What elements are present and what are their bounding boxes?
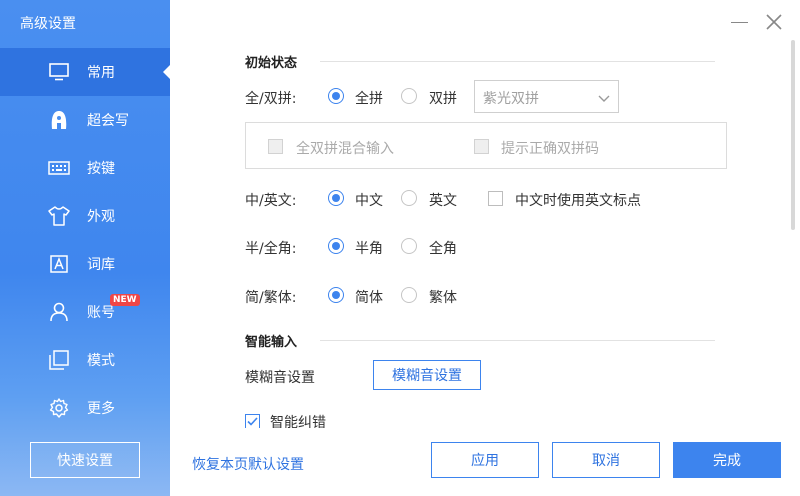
apply-button[interactable]: 应用 <box>431 442 539 478</box>
simp-trad-label: 简/繁体: <box>245 290 297 306</box>
gear-icon <box>48 397 70 419</box>
english-punct-checkbox[interactable] <box>488 191 503 206</box>
scrollbar[interactable] <box>791 40 795 230</box>
cancel-button[interactable]: 取消 <box>552 442 660 478</box>
user-icon <box>48 301 70 323</box>
text-box-icon <box>48 253 70 275</box>
radio-english[interactable] <box>401 190 417 206</box>
radio-traditional[interactable] <box>401 287 417 303</box>
sidebar-item-label: 超会写 <box>87 113 129 129</box>
sidebar-item-chaohuixie[interactable]: 超会写 <box>0 96 170 144</box>
monitor-icon <box>48 61 70 83</box>
done-button[interactable]: 完成 <box>673 442 781 478</box>
partial-row: 智能纠错 <box>170 400 790 428</box>
option-chinese-label: 中文 <box>355 193 383 209</box>
fuzzy-sound-label: 模糊音设置 <box>245 370 315 386</box>
english-punct-label: 中文时使用英文标点 <box>515 193 641 209</box>
option-half-width-label: 半角 <box>355 241 383 257</box>
section-divider <box>320 61 715 62</box>
radio-full-pinyin[interactable] <box>328 88 344 104</box>
tshirt-icon <box>48 205 70 227</box>
option-simplified-label: 简体 <box>355 290 383 306</box>
radio-chinese[interactable] <box>328 190 344 206</box>
mixed-input-label: 全双拼混合输入 <box>296 141 394 157</box>
sidebar-item-label: 更多 <box>87 401 115 417</box>
sidebar-item-keys[interactable]: 按键 <box>0 144 170 192</box>
double-pinyin-scheme-select[interactable]: 紫光双拼 <box>474 80 619 113</box>
option-double-pinyin-label: 双拼 <box>429 91 457 107</box>
fuzzy-sound-settings-button[interactable]: 模糊音设置 <box>373 360 481 390</box>
radio-double-pinyin[interactable] <box>401 88 417 104</box>
sidebar-item-label: 常用 <box>87 65 115 81</box>
sidebar-item-label: 模式 <box>87 353 115 369</box>
pen-nib-icon <box>48 109 70 131</box>
sidebar-item-label: 词库 <box>87 257 115 273</box>
window-layers-icon <box>48 349 70 371</box>
keyboard-icon <box>48 157 70 179</box>
half-full-label: 半/全角: <box>245 241 297 257</box>
option-full-pinyin-label: 全拼 <box>355 91 383 107</box>
minimize-button[interactable] <box>731 22 748 23</box>
radio-half-width[interactable] <box>328 238 344 254</box>
option-english-label: 英文 <box>429 193 457 209</box>
cn-en-label: 中/英文: <box>245 193 297 209</box>
footer-divider <box>170 428 800 429</box>
sidebar-item-account[interactable]: 账号 NEW <box>0 288 170 336</box>
section-title-smart-input: 智能输入 <box>245 335 298 350</box>
section-title-initial-state: 初始状态 <box>245 56 298 71</box>
quick-settings-button[interactable]: 快速设置 <box>30 442 140 478</box>
sidebar-item-label: 外观 <box>87 209 115 225</box>
close-icon[interactable] <box>764 12 784 32</box>
sidebar: 高级设置 常用 超会写 按键 外观 词库 账号 NEW 模式 更多 快速设置 <box>0 0 170 496</box>
option-full-width-label: 全角 <box>429 241 457 257</box>
mixed-input-checkbox[interactable] <box>268 139 283 154</box>
sidebar-item-label: 按键 <box>87 161 115 177</box>
window-title: 高级设置 <box>20 16 76 32</box>
option-traditional-label: 繁体 <box>429 290 457 306</box>
sidebar-item-lexicon[interactable]: 词库 <box>0 240 170 288</box>
sidebar-item-more[interactable]: 更多 <box>0 384 170 432</box>
sidebar-item-mode[interactable]: 模式 <box>0 336 170 384</box>
new-badge: NEW <box>110 294 140 306</box>
radio-simplified[interactable] <box>328 287 344 303</box>
full-double-label: 全/双拼: <box>245 91 297 107</box>
section-divider <box>320 340 715 341</box>
radio-full-width[interactable] <box>401 238 417 254</box>
show-correct-code-checkbox[interactable] <box>474 139 489 154</box>
chevron-down-icon <box>598 91 610 107</box>
show-correct-code-label: 提示正确双拼码 <box>501 141 599 157</box>
scheme-select-value: 紫光双拼 <box>483 91 539 107</box>
sidebar-item-appearance[interactable]: 外观 <box>0 192 170 240</box>
smart-correction-checkbox[interactable] <box>245 414 260 428</box>
sidebar-item-common[interactable]: 常用 <box>0 48 170 96</box>
smart-correction-label: 智能纠错 <box>270 415 326 428</box>
restore-defaults-link[interactable]: 恢复本页默认设置 <box>192 454 304 474</box>
